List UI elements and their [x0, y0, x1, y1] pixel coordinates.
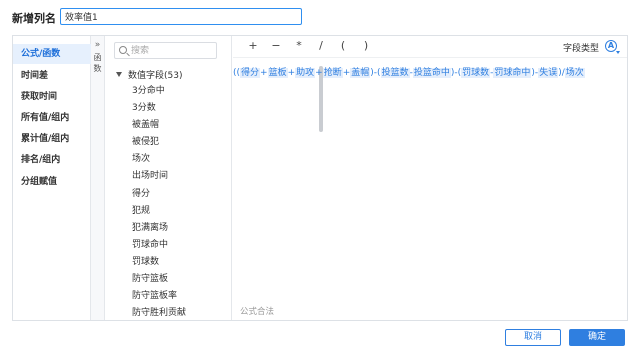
numeric-fields-label: 数值字段(53) [128, 71, 183, 81]
formula-field-token[interactable]: 场次 [564, 68, 585, 78]
caret-down-icon[interactable] [116, 72, 122, 77]
double-chevron-right-icon[interactable]: » [91, 40, 104, 50]
formula-panel: 公式/函数 时间差 获取时间 所有值/组内 累计值/组内 排名/组内 分组赋值 … [12, 35, 628, 321]
formula-field-token[interactable]: 失误 [538, 68, 559, 78]
field-item[interactable]: 场次 [132, 151, 222, 168]
formula-field-token[interactable]: 得分 [240, 68, 261, 78]
cancel-button[interactable]: 取消 [505, 329, 561, 346]
formula-status: 公式合法 [240, 307, 275, 317]
function-panel-label: 函数 [93, 53, 102, 73]
field-item[interactable]: 防守篮板 [132, 271, 222, 288]
formula-operator: + [260, 68, 268, 78]
formula-field-token[interactable]: 投篮命中 [412, 68, 451, 78]
nav-item-group-assign[interactable]: 分组赋值 [13, 172, 91, 192]
field-type-label: 字段类型 [563, 44, 600, 54]
multiply-operator-button[interactable]: * [293, 39, 305, 52]
formula-field-token[interactable]: 罚球数 [461, 68, 491, 78]
minus-operator-button[interactable]: − [270, 39, 282, 52]
formula-field-token[interactable]: 助攻 [295, 68, 316, 78]
field-item[interactable]: 出场时间 [132, 168, 222, 185]
field-item[interactable]: 3分命中 [132, 83, 222, 100]
field-search[interactable] [114, 42, 217, 59]
field-item[interactable]: 罚球命中 [132, 237, 222, 254]
formula-field-token[interactable]: 抢断 [322, 68, 343, 78]
nav-item-all-values[interactable]: 所有值/组内 [13, 108, 91, 128]
formula-field-token[interactable]: 投篮数 [380, 68, 410, 78]
field-list: 3分命中 3分数 被盖帽 被侵犯 场次 出场时间 得分 犯规 犯满离场 罚球命中… [132, 83, 222, 322]
field-item[interactable]: 犯满离场 [132, 220, 222, 237]
nav-item-rank[interactable]: 排名/组内 [13, 150, 91, 170]
function-panel-toggle[interactable]: » 函数 [91, 36, 105, 320]
formula-operator: )-( [450, 68, 462, 78]
field-item[interactable]: 防守胜利贡献 [132, 305, 222, 322]
formula-operator: )-( [370, 68, 381, 78]
formula-editor: + − * / ( ) 字段类型 A ((得分+篮板+助攻+抢断+盖帽)-(投篮… [233, 36, 627, 320]
nav-item-time-diff[interactable]: 时间差 [13, 66, 91, 86]
column-name-input[interactable] [60, 8, 302, 25]
field-item[interactable]: 防守篮板率 [132, 288, 222, 305]
operator-toolbar: + − * / ( ) 字段类型 A [233, 36, 627, 58]
formula-expression[interactable]: ((得分+篮板+助攻+抢断+盖帽)-(投篮数-投篮命中)-(罚球数-罚球命中)-… [233, 66, 623, 80]
numeric-fields-group[interactable]: 数值字段(53) [116, 68, 182, 81]
field-type-caret-icon[interactable] [616, 51, 620, 54]
formula-operator: + [315, 68, 323, 78]
nav-item-cumulative[interactable]: 累计值/组内 [13, 129, 91, 149]
field-item[interactable]: 得分 [132, 186, 222, 203]
plus-operator-button[interactable]: + [247, 39, 259, 52]
formula-field-token[interactable]: 盖帽 [350, 68, 371, 78]
search-icon [119, 46, 127, 54]
field-item[interactable]: 罚球数 [132, 254, 222, 271]
confirm-button[interactable]: 确定 [569, 329, 625, 346]
dialog-header: 新增列名 [0, 0, 640, 34]
divide-operator-button[interactable]: / [315, 39, 327, 52]
field-item[interactable]: 犯规 [132, 203, 222, 220]
right-paren-button[interactable]: ) [360, 39, 372, 52]
nav-item-get-time[interactable]: 获取时间 [13, 87, 91, 107]
search-input[interactable] [131, 43, 215, 58]
function-category-nav: 公式/函数 时间差 获取时间 所有值/组内 累计值/组内 排名/组内 分组赋值 [13, 36, 91, 320]
formula-field-token[interactable]: 篮板 [267, 68, 288, 78]
field-item[interactable]: 被侵犯 [132, 134, 222, 151]
formula-operator: )/ [558, 68, 565, 78]
field-list-panel: 数值字段(53) 3分命中 3分数 被盖帽 被侵犯 场次 出场时间 得分 犯规 … [106, 36, 323, 322]
formula-operator: (( [233, 68, 241, 78]
new-column-label: 新增列名 [12, 12, 56, 25]
formula-field-token[interactable]: 罚球命中 [493, 68, 532, 78]
field-item[interactable]: 被盖帽 [132, 117, 222, 134]
nav-item-formula[interactable]: 公式/函数 [13, 44, 91, 64]
field-item[interactable]: 3分数 [132, 100, 222, 117]
left-paren-button[interactable]: ( [337, 39, 349, 52]
